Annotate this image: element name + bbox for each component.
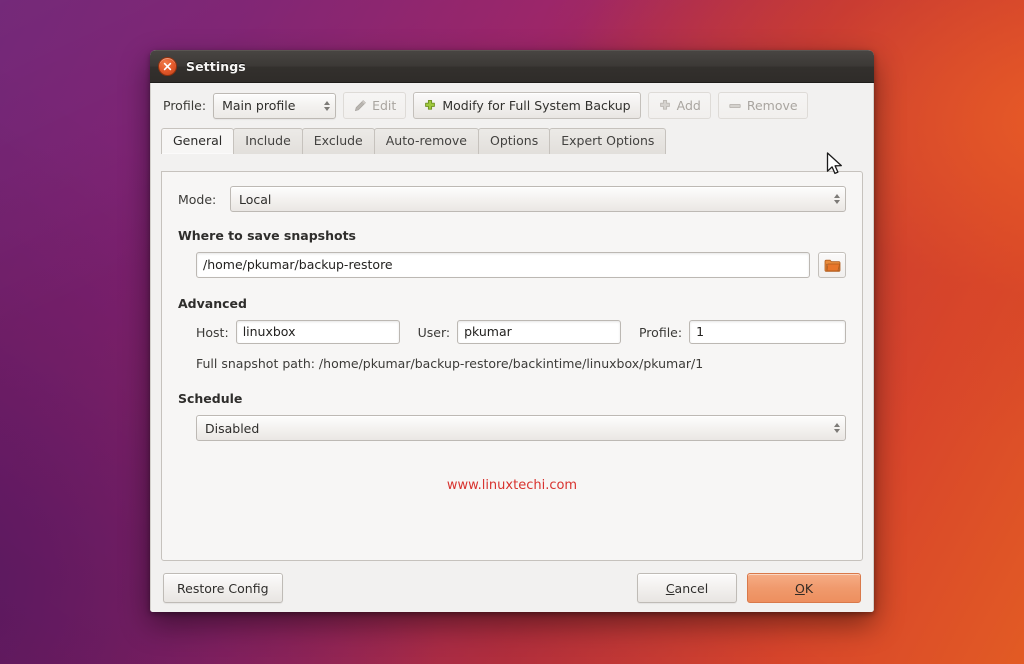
- snapshots-heading: Where to save snapshots: [178, 228, 356, 243]
- schedule-heading: Schedule: [178, 391, 243, 406]
- edit-profile-label: Edit: [372, 98, 397, 113]
- mode-row: Mode: Local: [178, 186, 846, 212]
- advanced-fields-row: Host: linuxbox User: pkumar Profile: 1: [196, 320, 846, 344]
- snapshots-path-row: /home/pkumar/backup-restore: [196, 252, 846, 278]
- tab-exclude[interactable]: Exclude: [301, 128, 375, 154]
- ok-button[interactable]: OK: [747, 573, 861, 603]
- dialog-footer: Restore Config Cancel OK: [151, 563, 873, 612]
- close-icon[interactable]: [158, 57, 177, 76]
- snapshots-path-input[interactable]: /home/pkumar/backup-restore: [196, 252, 810, 278]
- mode-select-value: Local: [239, 191, 272, 207]
- tab-include[interactable]: Include: [233, 128, 303, 154]
- advanced-heading: Advanced: [178, 296, 247, 311]
- minus-icon: [728, 99, 742, 113]
- restore-config-button[interactable]: Restore Config: [163, 573, 283, 603]
- plus-icon: [658, 99, 672, 113]
- add-profile-label: Add: [676, 98, 701, 113]
- tab-general[interactable]: General: [161, 128, 235, 154]
- mode-select[interactable]: Local: [230, 186, 846, 212]
- profile-toolbar: Profile: Main profile Edit Modify for Fu…: [151, 83, 873, 126]
- window-titlebar: Settings: [150, 50, 874, 83]
- remove-profile-button[interactable]: Remove: [717, 92, 808, 119]
- modify-full-system-backup-button[interactable]: Modify for Full System Backup: [413, 92, 641, 119]
- cancel-mnemonic: C: [665, 580, 675, 596]
- chevron-updown-icon: [834, 194, 840, 204]
- profile-select[interactable]: Main profile: [213, 92, 337, 119]
- cancel-button[interactable]: Cancel: [637, 573, 737, 603]
- window-title: Settings: [186, 59, 246, 74]
- general-tab-panel: Mode: Local Where to save snapshots /hom…: [161, 171, 863, 561]
- advanced-profile-input[interactable]: 1: [689, 320, 846, 344]
- user-label: User:: [417, 324, 451, 340]
- tab-auto-remove[interactable]: Auto-remove: [373, 128, 479, 154]
- profile-label: Profile:: [163, 98, 207, 113]
- user-input[interactable]: pkumar: [457, 320, 621, 344]
- ok-label-rest: K: [804, 580, 814, 596]
- schedule-select[interactable]: Disabled: [196, 415, 846, 441]
- tab-expert-options[interactable]: Expert Options: [549, 128, 667, 154]
- host-label: Host:: [196, 324, 229, 340]
- modify-full-system-backup-label: Modify for Full System Backup: [442, 98, 631, 113]
- folder-icon: [824, 258, 841, 273]
- restore-config-label: Restore Config: [177, 580, 269, 596]
- tab-options[interactable]: Options: [477, 128, 551, 154]
- schedule-select-value: Disabled: [205, 420, 260, 436]
- settings-window: Settings Profile: Main profile Edit Modi…: [150, 50, 874, 612]
- settings-tabbar: General Include Exclude Auto-remove Opti…: [151, 128, 873, 154]
- mode-label: Mode:: [178, 191, 217, 207]
- advanced-profile-label: Profile:: [638, 324, 683, 340]
- pencil-icon: [353, 99, 367, 113]
- remove-profile-label: Remove: [746, 98, 798, 113]
- cancel-label-rest: ancel: [674, 580, 709, 596]
- full-snapshot-path-text: Full snapshot path: /home/pkumar/backup-…: [196, 356, 704, 371]
- add-profile-button[interactable]: Add: [647, 92, 711, 119]
- profile-select-value: Main profile: [222, 98, 296, 113]
- watermark-text: www.linuxtechi.com: [446, 478, 578, 493]
- host-input[interactable]: linuxbox: [235, 320, 400, 344]
- window-body: Profile: Main profile Edit Modify for Fu…: [150, 83, 874, 612]
- chevron-updown-icon: [324, 100, 331, 111]
- chevron-updown-icon: [834, 423, 840, 433]
- plus-icon: [423, 99, 437, 113]
- browse-folder-button[interactable]: [818, 252, 846, 278]
- ok-mnemonic: O: [794, 580, 805, 596]
- edit-profile-button[interactable]: Edit: [343, 92, 407, 119]
